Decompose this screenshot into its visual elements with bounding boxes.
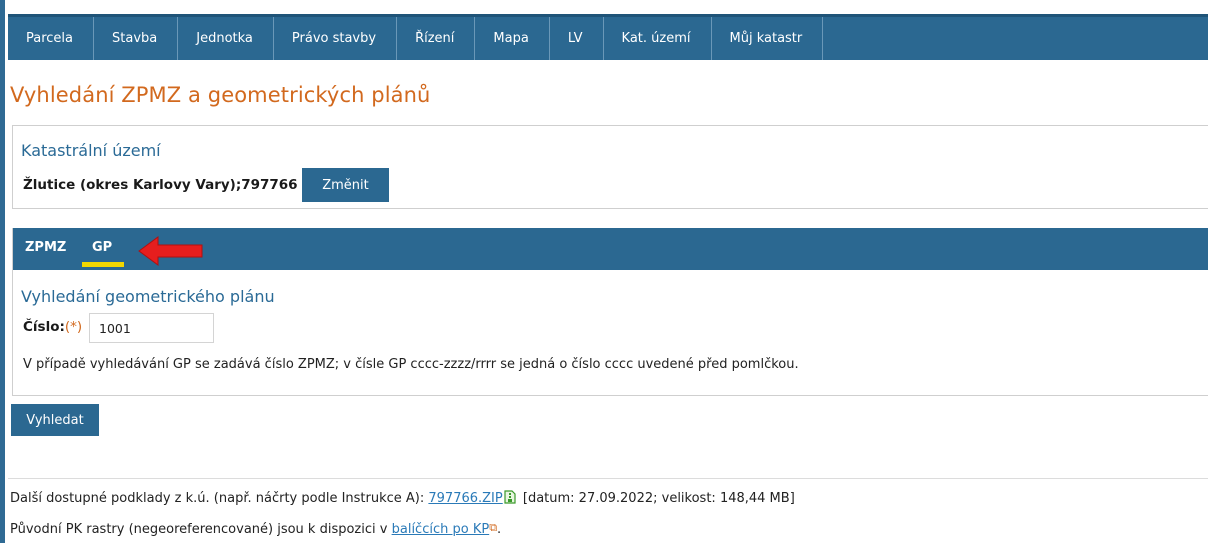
footer-packages-prefix: Původní PK rastry (negeoreferencované) j… bbox=[10, 522, 388, 537]
divider bbox=[8, 478, 1208, 479]
zip-download-link[interactable]: 797766.ZIP bbox=[428, 491, 502, 506]
red-arrow-annotation-icon bbox=[138, 236, 203, 266]
nav-item-jednotka[interactable]: Jednotka bbox=[178, 17, 274, 60]
active-tab-indicator bbox=[82, 262, 124, 267]
gp-hint-text: V případě vyhledávání GP se zadává číslo… bbox=[23, 357, 799, 372]
cislo-input[interactable] bbox=[89, 313, 214, 343]
tab-bar: ZPMZ GP bbox=[13, 228, 1208, 270]
ku-section: Katastrální území Žlutice (okres Karlovy… bbox=[12, 125, 1208, 209]
tab-zpmz[interactable]: ZPMZ bbox=[25, 240, 66, 255]
main-nav: Parcela Stavba Jednotka Právo stavby Říz… bbox=[8, 14, 1208, 60]
ku-value: Žlutice (okres Karlovy Vary);797766 bbox=[23, 177, 298, 193]
footer-zip-suffix: [datum: 27.09.2022; velikost: 148,44 MB] bbox=[522, 491, 795, 506]
nav-item-parcela[interactable]: Parcela bbox=[8, 17, 95, 60]
footer-line-zip: Další dostupné podklady z k.ú. (např. ná… bbox=[10, 490, 795, 506]
page-title: Vyhledání ZPMZ a geometrických plánů bbox=[10, 83, 431, 107]
zip-file-icon[interactable] bbox=[504, 490, 516, 504]
required-mark: (*) bbox=[64, 319, 83, 335]
search-button[interactable]: Vyhledat bbox=[11, 404, 99, 436]
nav-item-muj-katastr[interactable]: Můj katastr bbox=[712, 17, 824, 60]
left-border bbox=[0, 0, 5, 543]
gp-search-section: ZPMZ GP Vyhledání geometrického plánu Čí… bbox=[12, 228, 1208, 396]
nav-item-kat-uzemi[interactable]: Kat. území bbox=[604, 17, 712, 60]
cislo-label: Číslo:(*) bbox=[23, 319, 82, 335]
tab-gp[interactable]: GP bbox=[92, 240, 112, 255]
nav-item-stavba[interactable]: Stavba bbox=[94, 17, 179, 60]
footer-packages-suffix: . bbox=[497, 522, 502, 537]
nav-item-lv[interactable]: LV bbox=[550, 17, 604, 60]
nav-item-mapa[interactable]: Mapa bbox=[475, 17, 550, 60]
gp-heading: Vyhledání geometrického plánu bbox=[21, 287, 275, 306]
footer-zip-prefix: Další dostupné podklady z k.ú. (např. ná… bbox=[10, 491, 425, 506]
ku-heading: Katastrální území bbox=[21, 141, 161, 160]
nav-item-pravo-stavby[interactable]: Právo stavby bbox=[274, 17, 398, 60]
external-link-icon[interactable]: ⧉ bbox=[489, 521, 497, 534]
footer-line-packages: Původní PK rastry (negeoreferencované) j… bbox=[10, 521, 501, 537]
cislo-label-text: Číslo: bbox=[23, 319, 65, 335]
nav-item-rizeni[interactable]: Řízení bbox=[397, 17, 476, 60]
change-ku-button[interactable]: Změnit bbox=[302, 168, 389, 202]
packages-link[interactable]: balíčcích po KP bbox=[392, 522, 490, 537]
